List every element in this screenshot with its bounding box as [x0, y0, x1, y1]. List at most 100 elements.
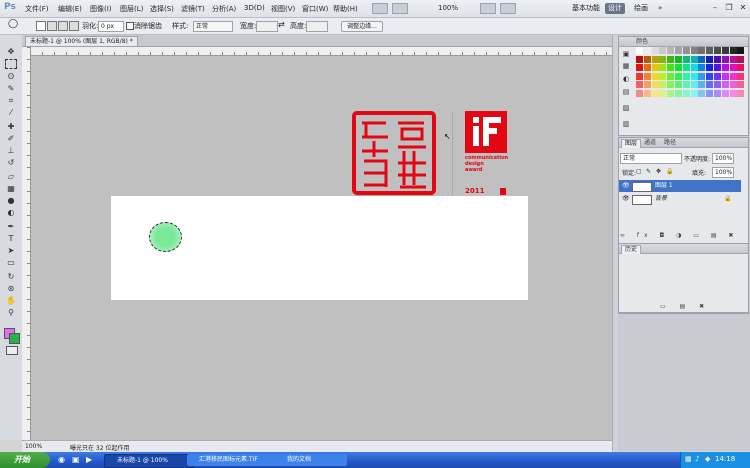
lock-all-icon[interactable]: 🔒: [666, 168, 673, 175]
color-swatch[interactable]: [706, 64, 714, 72]
color-swatch[interactable]: [729, 64, 737, 72]
color-swatch[interactable]: [721, 72, 729, 80]
color-swatch[interactable]: [651, 64, 659, 72]
color-swatch[interactable]: [636, 81, 643, 89]
tab-color[interactable]: 颜色: [633, 38, 651, 46]
color-swatch[interactable]: [721, 64, 729, 72]
3d-orbit-icon[interactable]: ⊛: [5, 284, 17, 294]
workspace-essentials[interactable]: 基本功能: [569, 3, 603, 14]
layer-row[interactable]: 👁 图层 1: [619, 180, 741, 192]
workspace-painting[interactable]: 绘画: [631, 3, 651, 14]
color-swatch[interactable]: [682, 90, 690, 97]
gradient-tool-icon[interactable]: ▦: [5, 184, 17, 194]
color-swatch[interactable]: [737, 90, 745, 97]
color-swatch[interactable]: [682, 72, 690, 80]
color-swatch[interactable]: [667, 81, 675, 89]
color-swatch[interactable]: [714, 55, 721, 63]
quick-select-tool-icon[interactable]: ✎: [5, 84, 17, 94]
color-swatch[interactable]: [706, 47, 714, 54]
type-tool-icon[interactable]: T: [5, 234, 17, 244]
color-swatch[interactable]: [690, 64, 698, 72]
adjustments-icon[interactable]: ◐: [621, 75, 631, 83]
color-swatch[interactable]: [682, 55, 690, 63]
color-swatch[interactable]: [737, 47, 745, 54]
color-swatch[interactable]: [737, 64, 745, 72]
menu-select[interactable]: 选择(S): [150, 4, 174, 14]
color-swatch[interactable]: [706, 55, 714, 63]
width-input[interactable]: [256, 21, 278, 32]
color-swatch[interactable]: [675, 90, 682, 97]
color-swatch[interactable]: [729, 47, 737, 54]
color-swatch[interactable]: [737, 81, 745, 89]
tab-channels[interactable]: 通道: [641, 139, 659, 147]
intersect-selection-icon[interactable]: [69, 21, 79, 31]
color-swatch[interactable]: [667, 64, 675, 72]
color-swatch[interactable]: [729, 72, 737, 80]
tray-security-icon[interactable]: ◆: [705, 455, 710, 463]
color-swatch[interactable]: [698, 55, 706, 63]
color-swatch[interactable]: [682, 47, 690, 54]
feather-input[interactable]: 0 px: [98, 21, 124, 32]
color-swatch[interactable]: [643, 90, 651, 97]
brush-tool-icon[interactable]: ✐: [5, 134, 17, 144]
color-swatch[interactable]: [721, 81, 729, 89]
arrange-documents-icon[interactable]: [480, 3, 496, 14]
menu-image[interactable]: 图像(I): [90, 4, 112, 14]
screen-mode-icon[interactable]: [500, 3, 516, 14]
history-panel-buttons[interactable]: ▭ ▤ ✖: [660, 303, 740, 310]
color-swatch[interactable]: [714, 72, 721, 80]
color-swatch[interactable]: [706, 90, 714, 97]
color-swatch[interactable]: [675, 72, 682, 80]
menu-help[interactable]: 帮助(H): [333, 4, 358, 14]
color-swatch[interactable]: [636, 64, 643, 72]
layer-row[interactable]: 👁 背景 🔒: [619, 193, 741, 205]
3d-rotate-icon[interactable]: ↻: [5, 272, 17, 282]
path-select-icon[interactable]: ➤: [5, 246, 17, 256]
eyedropper-tool-icon[interactable]: ⁄: [5, 108, 17, 118]
tray-volume-icon[interactable]: ♪: [695, 455, 699, 463]
zoom-level-select[interactable]: 100%: [438, 4, 458, 12]
tray-network-icon[interactable]: ▦: [685, 455, 692, 463]
color-swatch[interactable]: [651, 55, 659, 63]
color-swatch[interactable]: [659, 64, 667, 72]
color-swatch[interactable]: [667, 72, 675, 80]
blur-tool-icon[interactable]: ●: [5, 196, 17, 206]
swatches-panel-icon[interactable]: ▦: [621, 62, 631, 70]
masks-icon[interactable]: ▤: [621, 88, 631, 96]
layers-panel-buttons[interactable]: ∞ fx ◘ ◑ ▭ ▤ ✖: [620, 232, 744, 240]
swatch-grid[interactable]: [636, 47, 746, 101]
color-swatch[interactable]: [721, 90, 729, 97]
visibility-eye-icon[interactable]: 👁: [622, 193, 630, 205]
new-selection-icon[interactable]: [36, 21, 46, 31]
tab-history[interactable]: 历史: [621, 245, 642, 254]
marquee-tool-icon[interactable]: [5, 59, 17, 69]
color-swatch[interactable]: [714, 64, 721, 72]
color-swatch[interactable]: [721, 55, 729, 63]
color-swatch[interactable]: [714, 90, 721, 97]
lock-transparent-icon[interactable]: ▢: [636, 168, 642, 175]
color-swatch[interactable]: [690, 47, 698, 54]
color-swatch[interactable]: [651, 72, 659, 80]
color-swatch[interactable]: [682, 64, 690, 72]
eraser-tool-icon[interactable]: ▱: [5, 172, 17, 182]
color-swatch[interactable]: [651, 81, 659, 89]
clone-stamp-icon[interactable]: ⊥: [5, 146, 17, 156]
color-swatch[interactable]: [643, 81, 651, 89]
lock-position-icon[interactable]: ✥: [656, 168, 661, 175]
styles-panel-icon[interactable]: ▨: [621, 104, 631, 112]
quick-mask-icon[interactable]: [6, 346, 18, 355]
tab-layers[interactable]: 图层: [621, 139, 642, 148]
zoom-tool-icon[interactable]: ⚲: [5, 308, 17, 318]
workspace-more[interactable]: »: [655, 3, 665, 14]
color-swatch[interactable]: [643, 64, 651, 72]
color-swatch[interactable]: [729, 81, 737, 89]
taskbar-my-documents[interactable]: 我的文档: [275, 454, 347, 466]
taskbar-image-viewer[interactable]: 汇港移民图标元素.TIF: [187, 454, 281, 466]
refine-edge-button[interactable]: 调整边缘...: [341, 21, 383, 32]
opacity-input[interactable]: 100%: [712, 153, 734, 164]
move-tool-icon[interactable]: ✥: [5, 47, 17, 57]
layer-name[interactable]: 背景: [655, 193, 667, 205]
pen-tool-icon[interactable]: ✒: [5, 222, 17, 232]
style-select[interactable]: 正常: [193, 21, 233, 32]
color-swatch[interactable]: [659, 90, 667, 97]
